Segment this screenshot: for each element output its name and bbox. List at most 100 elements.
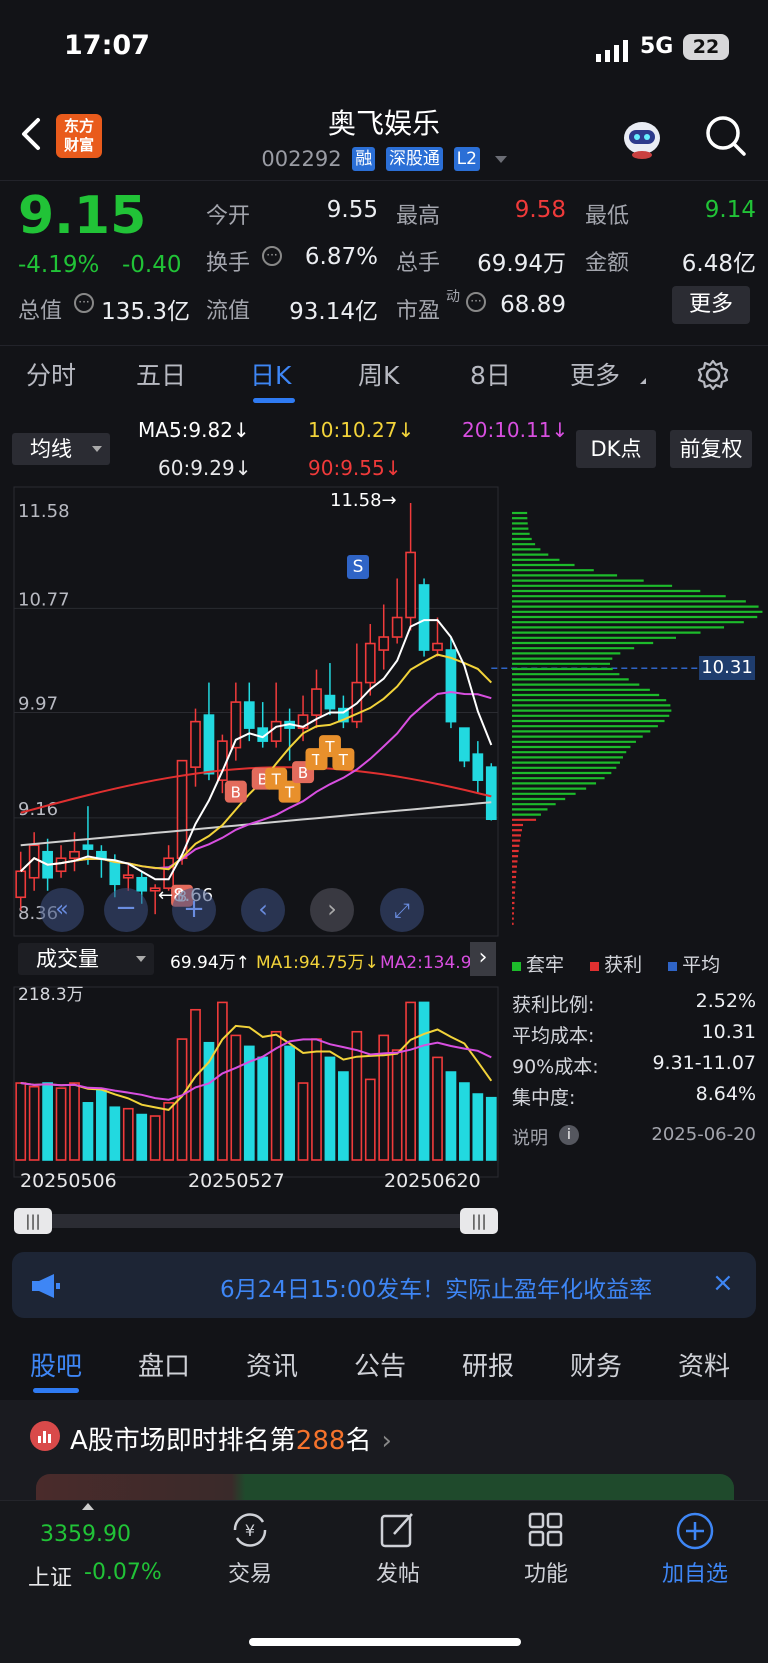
volume-bar xyxy=(69,1082,80,1161)
volume-bar xyxy=(324,1056,336,1161)
candle-body xyxy=(459,727,470,762)
price-axis-label: 9.16 xyxy=(18,799,58,820)
price-panel-frame xyxy=(13,486,499,937)
volume-ma1: MA1:94.75万↓ xyxy=(256,953,379,973)
range-slider-track[interactable] xyxy=(14,1214,498,1228)
tab-news[interactable]: 资讯 xyxy=(246,1346,298,1383)
pe-superscript: 动 xyxy=(446,289,460,305)
tab-announcements[interactable]: 公告 xyxy=(354,1346,406,1383)
scroll-left-fast-icon[interactable]: « xyxy=(40,888,84,932)
trade-icon[interactable]: ¥ xyxy=(229,1510,271,1550)
volume-bar xyxy=(109,1106,121,1161)
active-tab-indicator xyxy=(253,398,295,403)
date-label-mid: 20250527 xyxy=(188,1170,285,1192)
ranking-number: 288 xyxy=(295,1426,346,1456)
volume-next-icon[interactable]: › xyxy=(470,942,496,976)
float-value: 93.14亿 xyxy=(289,299,378,325)
ranking-suffix: 名 xyxy=(345,1426,372,1456)
volume-value: 69.94万 xyxy=(477,251,566,277)
post-icon[interactable] xyxy=(378,1510,418,1550)
dk-point-button[interactable]: DK点 xyxy=(576,430,656,468)
concentration-value: 8.64% xyxy=(695,1083,756,1105)
change-amount: -0.40 xyxy=(122,252,182,278)
tab-profile[interactable]: 资料 xyxy=(678,1346,730,1383)
network-label: 5G xyxy=(640,34,674,59)
volume-bar xyxy=(55,1087,67,1161)
tab-five-day[interactable]: 五日 xyxy=(136,356,186,392)
tab-8-day[interactable]: 8日 xyxy=(470,356,511,392)
chevron-right-icon: › xyxy=(381,1426,392,1456)
info-icon[interactable]: i xyxy=(559,1125,579,1145)
chevron-down-icon xyxy=(494,156,507,163)
ranking-chart-icon xyxy=(30,1421,60,1451)
ranking-text[interactable]: A股市场即时排名第288名 › xyxy=(70,1420,392,1457)
scroll-left-icon[interactable]: ‹ xyxy=(241,888,285,932)
info-icon[interactable]: ··· xyxy=(262,246,282,266)
search-icon[interactable] xyxy=(702,112,750,160)
tab-finance[interactable]: 财务 xyxy=(570,1346,622,1383)
info-icon[interactable]: ··· xyxy=(466,292,486,312)
volume-bar xyxy=(15,1082,27,1161)
legend-profit: 获利 xyxy=(604,954,643,976)
robot-avatar-icon[interactable] xyxy=(618,112,666,160)
tab-more[interactable]: 更多 xyxy=(570,356,620,392)
tab-more-arrow-icon xyxy=(640,378,646,384)
nav-post[interactable]: 发帖 xyxy=(348,1556,448,1588)
candle-body xyxy=(122,874,134,879)
tab-forum[interactable]: 股吧 xyxy=(30,1346,82,1383)
scroll-right-icon[interactable]: › xyxy=(310,888,354,932)
index-value[interactable]: 3359.90 xyxy=(40,1522,131,1547)
svg-text:¥: ¥ xyxy=(245,1521,255,1540)
tab-daily-k[interactable]: 日K xyxy=(250,356,291,392)
candle-body xyxy=(55,857,67,873)
float-label: 流值 xyxy=(206,299,251,324)
avg-cost-value: 10.31 xyxy=(701,1021,756,1043)
zoom-in-icon[interactable]: + xyxy=(172,888,216,932)
index-change[interactable]: -0.07% xyxy=(84,1560,162,1585)
candle-body xyxy=(96,850,107,860)
volume-bar xyxy=(364,1078,376,1161)
volume-bar xyxy=(122,1107,134,1161)
volume-total: 69.94万↑ xyxy=(170,953,250,973)
volume-indicator-select[interactable]: 成交量 xyxy=(18,943,154,975)
close-icon[interactable]: × xyxy=(712,1268,734,1298)
profit-ratio-value: 2.52% xyxy=(695,990,756,1012)
volume-bar xyxy=(485,1096,497,1161)
candle-body xyxy=(203,714,215,775)
banner-text[interactable]: 6月24日15:00发车！实际止盈年化收益率 xyxy=(220,1270,700,1304)
function-grid-icon[interactable] xyxy=(526,1510,566,1550)
date-label-start: 20250506 xyxy=(20,1170,117,1192)
chevron-up-icon[interactable] xyxy=(82,1503,94,1510)
nav-trade[interactable]: 交易 xyxy=(200,1556,300,1588)
index-name[interactable]: 上证 xyxy=(28,1560,72,1592)
volume-bar xyxy=(136,1113,148,1161)
tab-weekly-k[interactable]: 周K xyxy=(358,356,399,392)
adjust-button[interactable]: 前复权 xyxy=(670,430,752,468)
amount-label: 金额 xyxy=(585,251,630,276)
note-label[interactable]: 说明 xyxy=(512,1124,548,1150)
tab-intraday[interactable]: 分时 xyxy=(26,356,76,392)
megaphone-icon xyxy=(32,1274,60,1298)
range-handle-left[interactable]: ||| xyxy=(14,1208,52,1234)
nav-add-watchlist[interactable]: 加自选 xyxy=(645,1556,745,1588)
volume-bar xyxy=(82,1102,94,1161)
chip-distribution xyxy=(512,511,763,925)
tab-research[interactable]: 研报 xyxy=(462,1346,514,1383)
zoom-out-icon[interactable]: − xyxy=(104,888,148,932)
fullscreen-icon[interactable]: ⤢ xyxy=(380,888,424,932)
candle-body xyxy=(311,688,322,716)
candle-body xyxy=(378,636,390,651)
price-axis-label: 9.97 xyxy=(18,694,58,715)
nav-function[interactable]: 功能 xyxy=(496,1556,596,1588)
volume-label: 总手 xyxy=(396,251,441,276)
range-handle-right[interactable]: ||| xyxy=(460,1208,498,1234)
settings-gear-icon[interactable] xyxy=(696,358,730,392)
ma20-label: 20:10.11↓ xyxy=(462,418,569,442)
more-button[interactable]: 更多 xyxy=(672,286,750,324)
battery-icon: 22 xyxy=(683,34,729,60)
tab-orderbook[interactable]: 盘口 xyxy=(138,1346,190,1383)
add-watchlist-icon[interactable] xyxy=(674,1510,716,1552)
volume-bar xyxy=(297,1082,309,1161)
indicator-select[interactable]: 均线 xyxy=(12,433,110,465)
info-icon[interactable]: ··· xyxy=(74,293,94,313)
